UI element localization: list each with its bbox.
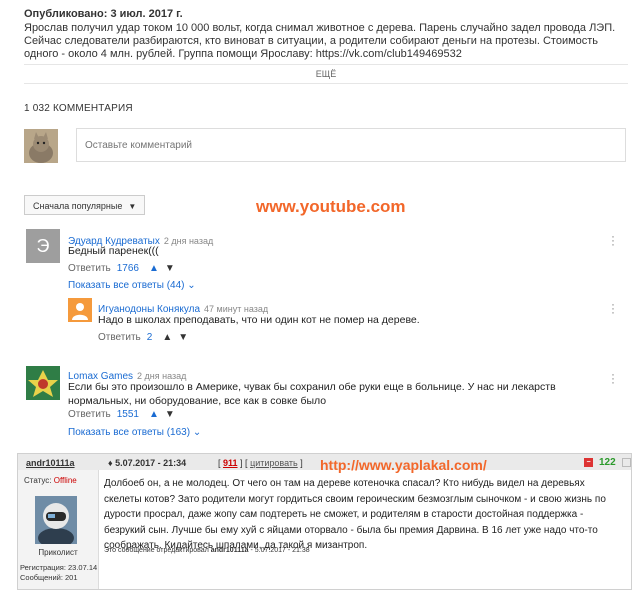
reply-button[interactable]: Ответить <box>68 263 111 274</box>
status-value: Offline <box>53 476 77 485</box>
publish-date: Опубликовано: 3 июл. 2017 г. <box>24 8 183 20</box>
edited-prefix: Это сообщение отредактировал <box>104 547 209 554</box>
reply-button[interactable]: Ответить <box>98 332 141 343</box>
registration-date: Регистрация: 23.07.14 <box>20 563 98 572</box>
comment-input[interactable] <box>77 129 625 161</box>
show-more-button[interactable]: ЕЩЁ <box>24 64 628 84</box>
thumbs-down-icon[interactable]: ▼ <box>165 263 175 274</box>
like-count: 2 <box>146 332 153 343</box>
user-status: Статус: Offline <box>24 476 77 485</box>
post-rating: −122 <box>584 457 631 468</box>
user-info: Регистрация: 23.07.14 Сообщений: 201 <box>20 563 97 583</box>
comments-count: 1 032 КОММЕНТАРИЯ <box>24 103 133 114</box>
sort-label: Сначала популярные <box>33 201 123 211</box>
comment-time: 2 дня назад <box>163 236 214 246</box>
astronaut-avatar-icon <box>35 496 77 544</box>
thumbs-up-icon[interactable]: ▲ <box>162 332 172 343</box>
comment-text: Если бы это произошло в Америке, чувак б… <box>68 381 556 407</box>
caret-down-icon: ▼ <box>128 202 137 211</box>
youtube-watermark: www.youtube.com <box>256 197 406 216</box>
lomax-games-logo-icon <box>26 366 60 400</box>
more-options-icon[interactable]: · · · <box>611 298 615 318</box>
sort-dropdown[interactable]: Сначала популярные ▼ <box>24 195 146 215</box>
show-replies-label: Показать все ответы (163) <box>68 427 191 438</box>
reply-button[interactable]: Ответить <box>68 409 111 420</box>
like-count: 1766 <box>116 263 139 274</box>
message-count: Сообщений: 201 <box>20 573 78 582</box>
plus-vote-icon[interactable] <box>621 457 631 467</box>
video-description: Ярослав получил удар током 10 000 вольт,… <box>24 22 616 60</box>
user-icon <box>72 303 88 320</box>
forum-post: andr10111a ♦ 5.07.2017 - 21:34 [ 911 ] [… <box>17 453 632 590</box>
thumbs-up-icon[interactable]: ▲ <box>149 263 159 274</box>
reply-text: Надо в школах преподавать, что ни один к… <box>98 314 420 326</box>
forum-date-text: 5.07.2017 - 21:34 <box>115 458 187 468</box>
user-rank: Приколист <box>38 548 78 557</box>
post-number-link[interactable]: 911 <box>223 458 238 468</box>
forum-user-panel: Статус: Offline Приколист Регистрация: 2… <box>18 470 99 589</box>
forum-username[interactable]: andr10111a <box>26 458 75 468</box>
thumbs-up-icon[interactable]: ▲ <box>149 409 159 420</box>
comment-actions: Ответить 1766 ▲ ▼ <box>68 263 175 274</box>
minus-vote-icon[interactable]: − <box>584 457 593 467</box>
show-replies-label: Показать все ответы (44) <box>68 280 185 291</box>
cat-avatar-icon <box>24 129 58 163</box>
edited-user: andr10111a <box>210 547 249 554</box>
edited-date: - 5.07.2017 - 21:38 <box>250 547 310 554</box>
thumbs-down-icon[interactable]: ▼ <box>165 409 175 420</box>
avatar[interactable] <box>68 298 92 322</box>
comment-text: Бедный паренек((( <box>68 245 159 257</box>
edited-note: Это сообщение отредактировал andr10111a … <box>104 547 310 554</box>
status-label: Статус: <box>24 476 52 485</box>
avatar[interactable]: Э <box>26 229 60 263</box>
forum-post-text: Долбоеб он, а не молодец. От чего он там… <box>104 478 606 551</box>
more-options-icon[interactable]: · · · <box>611 368 615 388</box>
forum-post-date: ♦ 5.07.2017 - 21:34 <box>108 458 186 468</box>
show-replies-button[interactable]: Показать все ответы (163) ⌄ <box>68 427 201 438</box>
show-replies-button[interactable]: Показать все ответы (44) ⌄ <box>68 280 196 291</box>
comment-input-box[interactable] <box>76 128 626 162</box>
avatar <box>24 129 58 163</box>
rating-value: 122 <box>599 457 616 468</box>
like-count: 1551 <box>116 409 139 420</box>
thumbs-down-icon[interactable]: ▼ <box>178 332 188 343</box>
forum-post-number: [ 911 ] [ цитировать ] <box>218 458 303 468</box>
quote-link[interactable]: цитировать <box>250 458 298 468</box>
comment-actions: Ответить 1551 ▲ ▼ <box>68 409 175 420</box>
avatar <box>35 496 77 544</box>
more-options-icon[interactable]: · · · <box>611 230 615 250</box>
chevron-down-icon: ⌄ <box>187 280 196 291</box>
reply-actions: Ответить 2 ▲ ▼ <box>98 332 188 343</box>
avatar[interactable] <box>26 366 60 400</box>
yaplakal-watermark: http://www.yaplakal.com/ <box>320 457 487 473</box>
chevron-down-icon: ⌄ <box>192 427 202 438</box>
